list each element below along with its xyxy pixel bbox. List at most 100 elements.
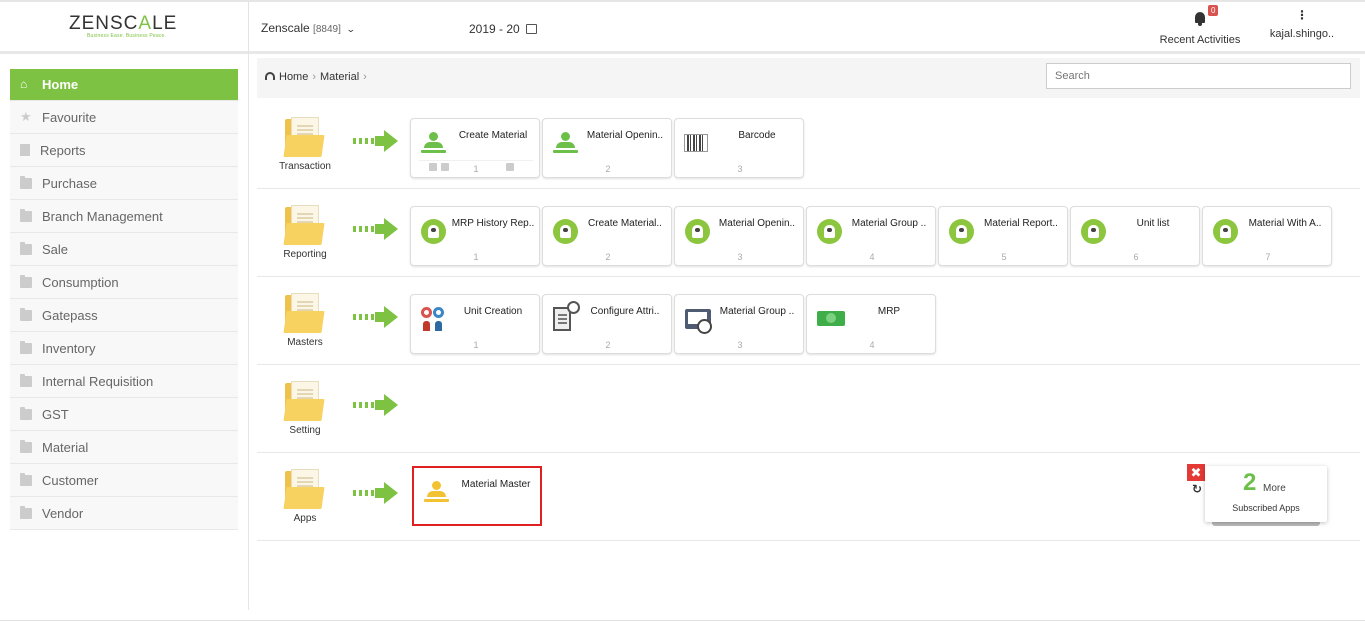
tile-unit-list[interactable]: Unit list 6 [1070,206,1200,266]
folder-icon [283,469,325,509]
dashboard-icon [265,72,275,80]
breadcrumb-separator: › [363,71,367,83]
refresh-icon[interactable]: ↻ [1192,482,1202,496]
tile-material-group-report[interactable]: Material Group .. 4 [806,206,936,266]
logo-tagline: Business Ease. Business Peace. [87,33,167,39]
company-code: [8849] [313,24,341,35]
sidebar-item-reports[interactable]: Reports [10,134,238,167]
sidebar-item-customer[interactable]: Customer [10,464,238,497]
tile-number: 1 [473,164,479,174]
folder-icon [283,117,325,157]
tile-title: MRP [877,306,901,317]
report-icon [1213,219,1238,244]
search-input[interactable] [1046,63,1351,89]
tile-title: MRP History Rep.. [451,218,535,229]
report-icon [949,219,974,244]
star-icon: ★ [20,109,32,124]
tile-create-material-report[interactable]: Create Material.. 2 [542,206,672,266]
arrow-right-icon [353,394,399,416]
arrow-right-icon [353,482,399,504]
tile-title: Material Openin.. [718,218,796,229]
tile-mrp-history-report[interactable]: MRP History Rep.. 1 [410,206,540,266]
report-icon [1081,219,1106,244]
company-selector[interactable]: Zenscale [8849] ⌄ [261,21,356,35]
more-apps-count: 2 [1243,469,1257,496]
folder-icon [283,381,325,421]
report-icon [553,219,578,244]
sidebar-item-vendor[interactable]: Vendor [10,497,238,530]
tile-title: Unit Creation [463,306,523,317]
folder-icon [283,293,325,333]
fiscal-year-label: 2019 - 20 [469,22,520,36]
sidebar-item-purchase[interactable]: Purchase [10,167,238,200]
section-setting: Setting [257,365,1360,453]
breadcrumb-home[interactable]: Home [279,71,308,83]
edit-icon [526,24,538,34]
section-label: Reporting [283,249,327,260]
tile-material-report[interactable]: Material Report.. 5 [938,206,1068,266]
tile-title: Unit list [1136,218,1170,229]
gears-icon [421,307,445,331]
sidebar-item-branch-management[interactable]: Branch Management [10,200,238,233]
more-subscribed-apps-card[interactable]: 2 More Subscribed Apps [1205,466,1327,522]
tile-unit-creation[interactable]: Unit Creation 1 [410,294,540,354]
tile-number: 2 [605,340,611,350]
tile-material-master[interactable]: Material Master [412,466,542,526]
folder-settings-icon [685,309,712,334]
breadcrumb-separator: › [312,71,317,83]
tile-barcode[interactable]: Barcode 3 [674,118,804,178]
tile-title: Material Openin.. [586,130,664,141]
tile-number: 3 [737,252,743,262]
tile-mrp[interactable]: MRP 4 [806,294,936,354]
tile-configure-attributes[interactable]: Configure Attri.. 2 [542,294,672,354]
sidebar-item-gatepass[interactable]: Gatepass [10,299,238,332]
tile-number: 2 [605,252,611,262]
sidebar-item-gst[interactable]: GST [10,398,238,431]
sidebar-item-material[interactable]: Material [10,431,238,464]
tile-material-opening[interactable]: Material Openin.. 2 [542,118,672,178]
sidebar-item-favourite[interactable]: ★ Favourite [10,101,238,134]
folder-icon [20,373,32,387]
tile-number: 5 [1001,252,1007,262]
fiscal-year-selector[interactable]: 2019 - 20 [469,22,538,36]
tile-material-with-attributes[interactable]: Material With A.. 7 [1202,206,1332,266]
user-menu[interactable]: ⋮ kajal.shingo.. [1262,9,1342,40]
arrow-right-icon [353,130,399,152]
home-icon: ⌂ [20,77,28,91]
report-icon [421,219,446,244]
tile-material-group[interactable]: Material Group .. 3 [674,294,804,354]
breadcrumb-bar: Home › Material › [257,58,1360,98]
folder-icon [20,274,32,288]
person-icon [424,480,449,504]
sidebar-item-home[interactable]: ⌂ Home [10,69,238,101]
sidebar-item-consumption[interactable]: Consumption [10,266,238,299]
section-label: Masters [287,337,323,348]
section-masters: Masters Unit Creation 1 Configure Attri.… [257,277,1360,365]
folder-icon [20,472,32,486]
more-apps-word: More [1263,483,1286,494]
file-icon [20,144,30,156]
folder-icon [20,175,32,189]
recent-activities-button[interactable]: 0 Recent Activities [1150,5,1250,46]
chevron-down-icon: ⌄ [346,24,356,34]
sidebar-item-sale[interactable]: Sale [10,233,238,266]
notification-badge: 0 [1208,5,1219,16]
bell-icon [1195,12,1205,26]
breadcrumb-current[interactable]: Material [320,71,359,83]
close-icon[interactable]: ✖ [1187,464,1205,481]
company-name: Zenscale [261,21,310,35]
arrow-right-icon [353,306,399,328]
sidebar-divider [248,54,249,610]
tile-create-material[interactable]: Create Material 1 [410,118,540,178]
sidebar-item-inventory[interactable]: Inventory [10,332,238,365]
sidebar-item-internal-requisition[interactable]: Internal Requisition [10,365,238,398]
money-icon [817,311,845,326]
more-apps-subtitle: Subscribed Apps [1232,503,1300,513]
tile-number: 6 [1133,252,1139,262]
logo-area[interactable]: ZENSCALE Business Ease. Business Peace. [0,2,249,54]
tile-title: Material Report.. [984,218,1058,229]
report-icon [817,219,842,244]
section-transaction: Transaction Create Material 1 Material O… [257,101,1360,189]
tile-material-opening-report[interactable]: Material Openin.. 3 [674,206,804,266]
footer-divider [0,620,1365,621]
